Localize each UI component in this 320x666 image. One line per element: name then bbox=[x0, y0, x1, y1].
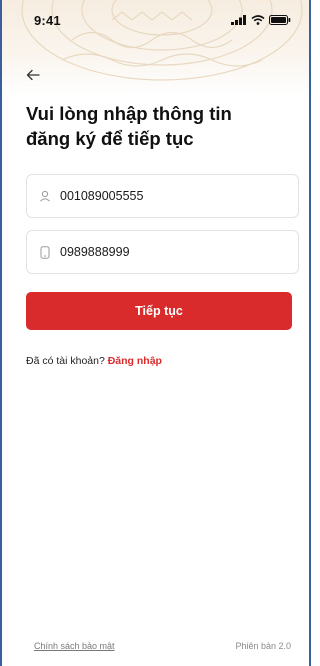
status-bar: 9:41 bbox=[2, 0, 309, 40]
page-title-line2: đăng ký để tiếp tục bbox=[26, 128, 194, 149]
phone-number-input[interactable] bbox=[60, 245, 280, 259]
phone-icon bbox=[37, 244, 53, 260]
login-prompt-row: Đã có tài khoản? Đăng nhập bbox=[26, 355, 162, 367]
login-prompt-text: Đã có tài khoản? bbox=[26, 355, 108, 367]
arrow-left-icon bbox=[26, 69, 40, 81]
wifi-icon bbox=[251, 15, 265, 25]
continue-button[interactable]: Tiếp tục bbox=[26, 292, 292, 330]
signal-icon bbox=[231, 15, 246, 25]
login-link[interactable]: Đăng nhập bbox=[108, 355, 162, 367]
id-number-input[interactable] bbox=[60, 189, 280, 203]
phone-number-field[interactable] bbox=[26, 230, 299, 274]
status-icons bbox=[231, 15, 291, 25]
app-screen: 9:41 Vui lòng nhập thông tin đăng ký để … bbox=[0, 0, 311, 666]
page-title: Vui lòng nhập thông tin đăng ký để tiếp … bbox=[26, 101, 286, 151]
version-label: Phiên bản 2.0 bbox=[235, 641, 291, 651]
id-number-field[interactable] bbox=[26, 174, 299, 218]
status-time: 9:41 bbox=[34, 12, 61, 28]
back-button[interactable] bbox=[22, 64, 44, 86]
page-title-line1: Vui lòng nhập thông tin bbox=[26, 103, 232, 124]
privacy-policy-link[interactable]: Chính sách bảo mật bbox=[34, 641, 115, 651]
battery-icon bbox=[269, 15, 291, 25]
user-icon bbox=[37, 188, 53, 204]
